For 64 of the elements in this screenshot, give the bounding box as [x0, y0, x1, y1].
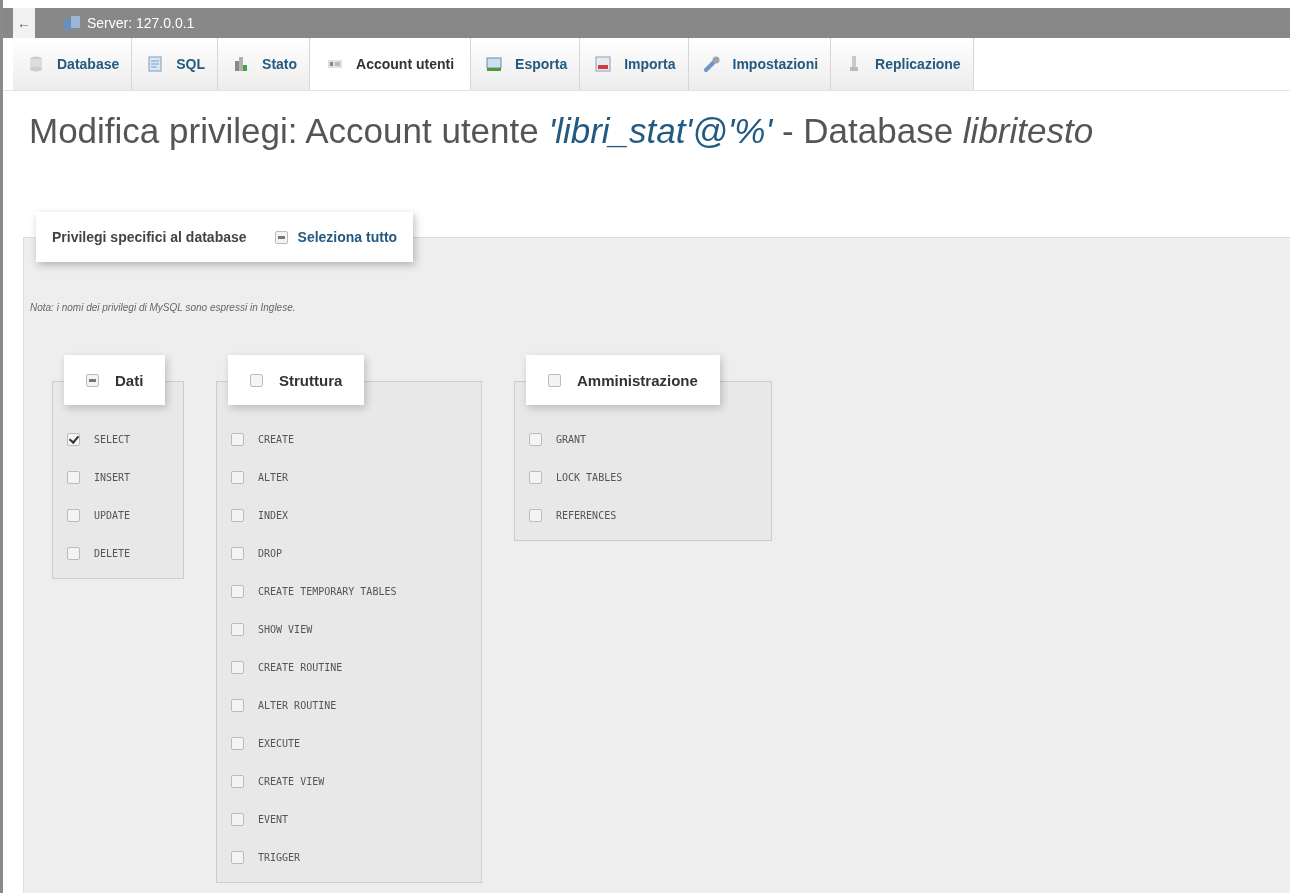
checkbox[interactable]	[67, 432, 80, 446]
note-text: Nota: i nomi dei privilegi di MySQL sono espressi in Inglese.	[30, 302, 297, 313]
checkbox[interactable]	[231, 660, 244, 674]
tab[interactable]: Esporta	[471, 38, 581, 90]
privilege-label: GRANT	[556, 433, 587, 445]
privilege-label: EVENT	[258, 813, 289, 825]
window-icon	[594, 55, 613, 73]
checkbox[interactable]	[231, 470, 244, 484]
tab[interactable]: Stato	[218, 38, 311, 90]
tab[interactable]: Impostazioni	[688, 38, 832, 90]
privilege-label: CREATE	[258, 433, 295, 445]
checkbox[interactable]	[231, 812, 244, 826]
privilege-label: EXECUTE	[258, 737, 301, 749]
privilege-label: SELECT	[94, 433, 131, 445]
privilege-label: INSERT	[94, 471, 131, 483]
database-icon	[27, 55, 45, 73]
checkbox[interactable]	[250, 373, 263, 387]
privilege-label: ALTER ROUTINE	[258, 699, 337, 711]
checkbox[interactable]	[231, 698, 244, 712]
group-label: Dati	[115, 371, 144, 389]
checkbox[interactable]	[529, 432, 542, 446]
document-icon	[146, 55, 165, 73]
privilege-label: REFERENCES	[556, 509, 617, 521]
privilege-label: CREATE TEMPORARY TABLES	[258, 585, 397, 597]
page-title: Modifica privilegi: Account utente 'libri_stat'@'%' - Database libritesto	[28, 110, 1095, 152]
checkbox[interactable]	[529, 508, 542, 522]
checkbox[interactable]	[231, 774, 244, 788]
tab[interactable]: Replicazione	[831, 38, 974, 90]
checkbox[interactable]	[231, 508, 244, 522]
checkbox[interactable]	[548, 373, 561, 387]
checkbox[interactable]	[231, 546, 244, 560]
privilege-label: LOCK TABLES	[556, 471, 623, 483]
checkbox[interactable]	[67, 470, 80, 484]
privilege-label: ALTER	[258, 471, 289, 483]
checkbox[interactable]	[86, 373, 99, 387]
server-breadcrumb[interactable]: Server: 127.0.0.1	[87, 15, 195, 31]
checkbox[interactable]	[231, 584, 244, 598]
privilege-label: INDEX	[258, 509, 289, 521]
tab[interactable]: Importa	[580, 38, 689, 90]
privilege-label: DROP	[258, 547, 283, 559]
checkbox[interactable]	[231, 432, 244, 446]
monitor-icon	[485, 55, 504, 73]
server-icon	[63, 15, 81, 31]
privilege-label: TRIGGER	[258, 851, 301, 863]
wrench-icon	[702, 55, 721, 73]
group-label: Amministrazione	[577, 371, 698, 389]
privilege-label: DELETE	[94, 547, 131, 559]
tab[interactable]: Database	[13, 38, 133, 90]
back-button[interactable]: ←	[13, 8, 35, 38]
checkbox[interactable]	[67, 546, 80, 560]
tab[interactable]: SQL	[132, 38, 219, 90]
privilege-label: UPDATE	[94, 509, 131, 521]
legend-text: Privilegi specifici al database	[52, 229, 247, 245]
checkbox[interactable]	[231, 736, 244, 750]
checkbox[interactable]	[529, 470, 542, 484]
select-all-link[interactable]: Seleziona tutto	[297, 229, 398, 245]
checkbox[interactable]	[231, 850, 244, 864]
checkbox[interactable]	[231, 622, 244, 636]
checkbox[interactable]	[67, 508, 80, 522]
privilege-label: CREATE VIEW	[258, 775, 325, 787]
checkbox[interactable]	[274, 230, 288, 244]
privilege-label: SHOW VIEW	[258, 623, 313, 635]
privilege-label: CREATE ROUTINE	[258, 661, 343, 673]
group-label: Struttura	[279, 371, 343, 389]
